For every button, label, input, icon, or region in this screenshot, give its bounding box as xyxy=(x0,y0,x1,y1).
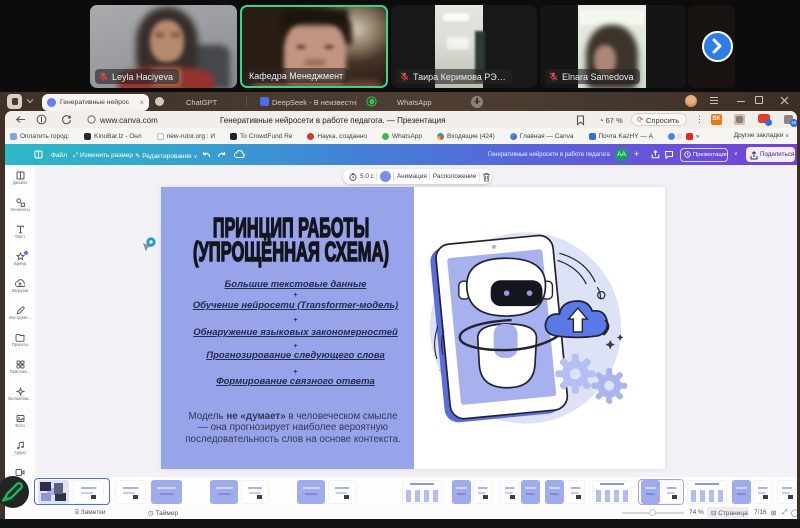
svg-text:⁘: ⁘ xyxy=(438,368,444,375)
